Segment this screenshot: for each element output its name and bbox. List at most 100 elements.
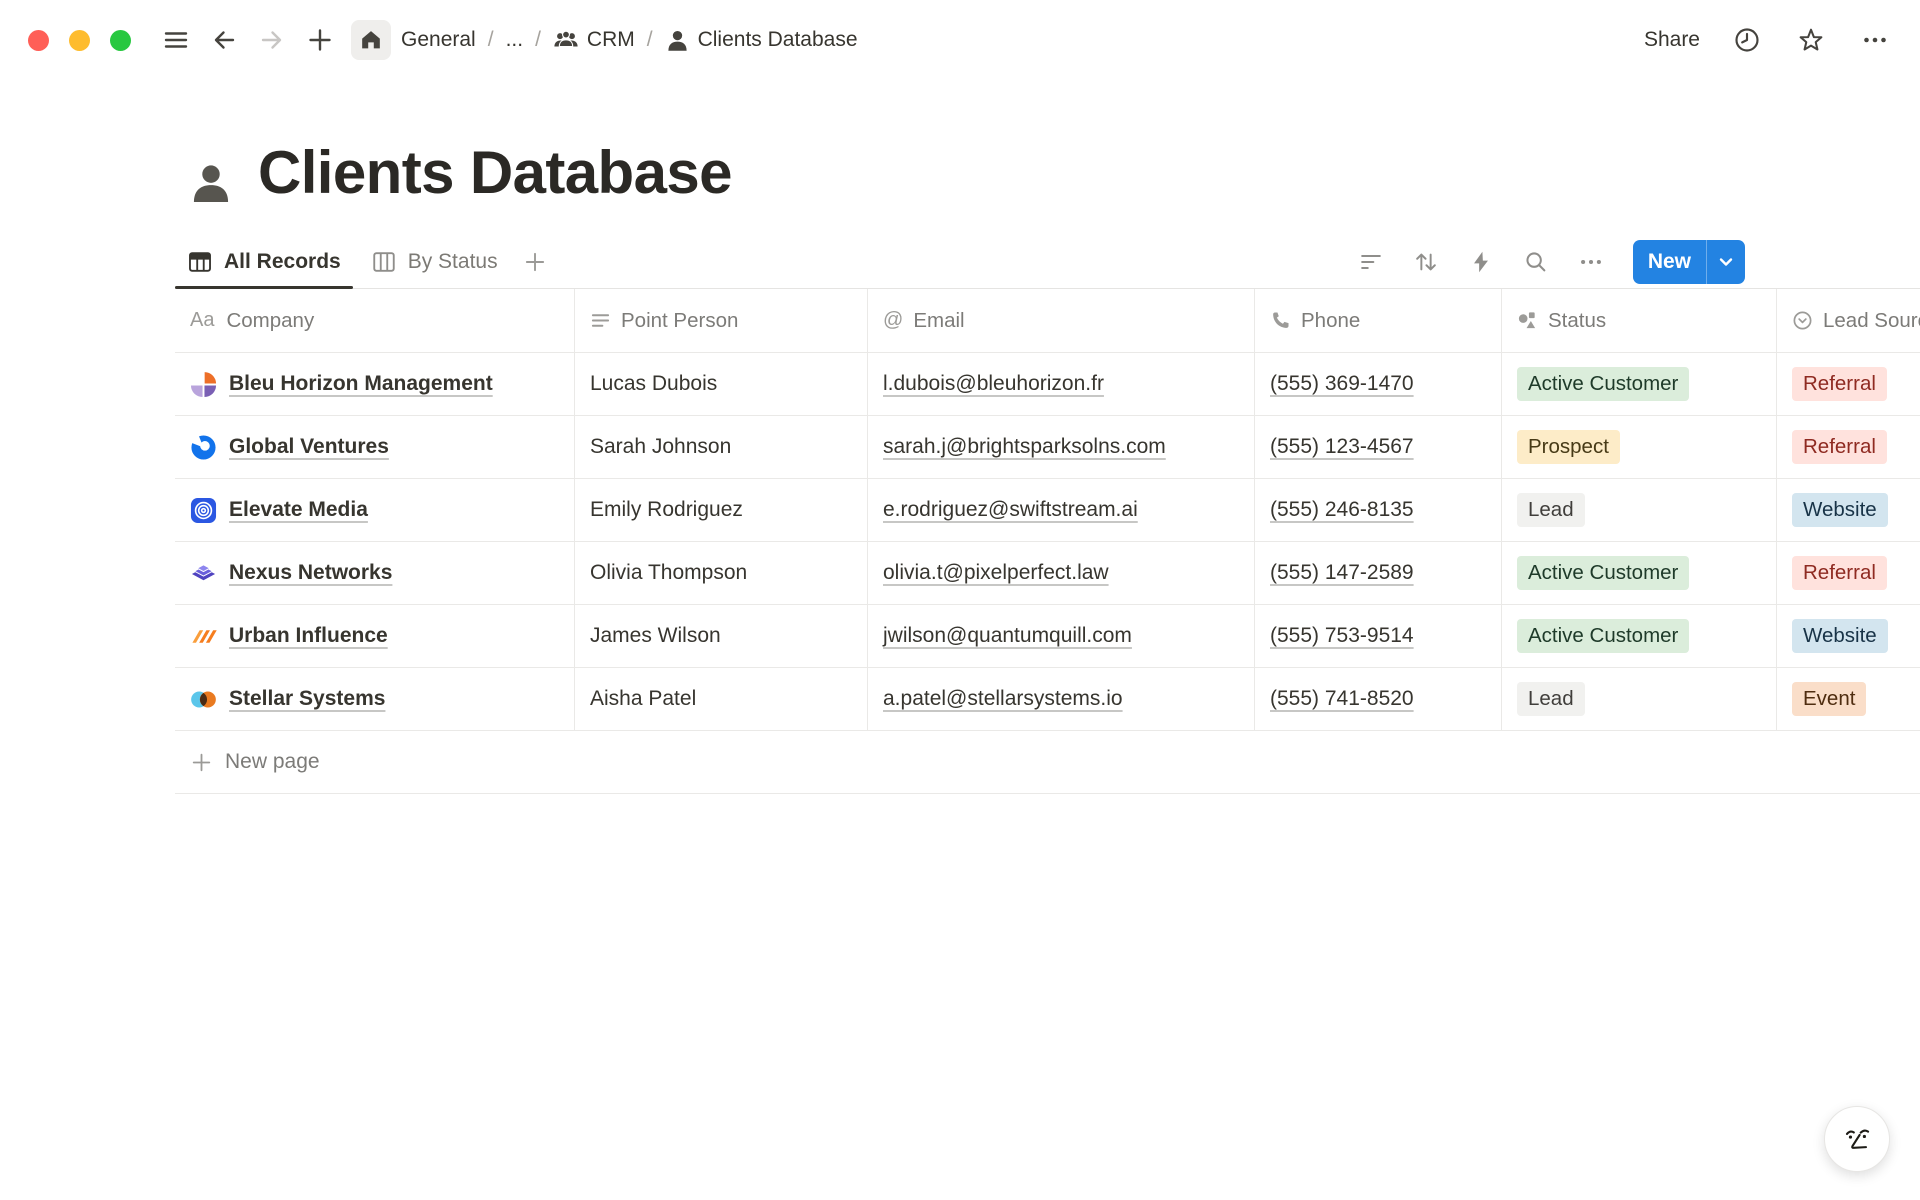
company-cell[interactable]: Urban Influence [175, 605, 575, 667]
share-button[interactable]: Share [1644, 28, 1700, 52]
new-tab-icon[interactable] [303, 23, 337, 57]
table-row[interactable]: Bleu Horizon Management Lucas Dubois l.d… [175, 353, 1920, 416]
lead-source-cell[interactable]: Website [1777, 479, 1920, 541]
minimize-window-button[interactable] [69, 30, 90, 51]
lead-source-cell[interactable]: Referral [1777, 416, 1920, 478]
email-link[interactable]: sarah.j@brightsparksolns.com [883, 435, 1166, 459]
phone-link[interactable]: (555) 123-4567 [1270, 435, 1414, 459]
email-link[interactable]: l.dubois@bleuhorizon.fr [883, 372, 1104, 396]
table-row[interactable]: Stellar Systems Aisha Patel a.patel@stel… [175, 668, 1920, 731]
email-cell[interactable]: e.rodriguez@swiftstream.ai [868, 479, 1255, 541]
company-cell[interactable]: Global Ventures [175, 416, 575, 478]
close-window-button[interactable] [28, 30, 49, 51]
company-cell[interactable]: Bleu Horizon Management [175, 353, 575, 415]
phone-cell[interactable]: (555) 147-2589 [1255, 542, 1502, 604]
point-person-cell[interactable]: Lucas Dubois [575, 353, 868, 415]
page-title[interactable]: Clients Database [258, 140, 732, 206]
email-cell[interactable]: olivia.t@pixelperfect.law [868, 542, 1255, 604]
new-page-row[interactable]: New page [175, 731, 1920, 794]
company-cell[interactable]: Elevate Media [175, 479, 575, 541]
column-header-company[interactable]: Aa Company [175, 289, 575, 352]
sort-icon[interactable] [1413, 249, 1439, 275]
breadcrumb-ellipsis[interactable]: ... [506, 28, 524, 52]
point-person-cell[interactable]: Aisha Patel [575, 668, 868, 730]
column-header-lead-source[interactable]: Lead Source [1777, 289, 1920, 352]
point-person-cell[interactable]: Emily Rodriguez [575, 479, 868, 541]
tab-all-records[interactable]: All Records [175, 236, 353, 288]
favorite-star-icon[interactable] [1794, 23, 1828, 57]
phone-cell[interactable]: (555) 741-8520 [1255, 668, 1502, 730]
updates-clock-icon[interactable] [1730, 23, 1764, 57]
phone-cell[interactable]: (555) 246-8135 [1255, 479, 1502, 541]
new-record-button[interactable]: New [1633, 240, 1745, 284]
company-name[interactable]: Elevate Media [229, 498, 368, 522]
email-link[interactable]: jwilson@quantumquill.com [883, 624, 1132, 648]
company-name[interactable]: Stellar Systems [229, 687, 385, 711]
phone-link[interactable]: (555) 741-8520 [1270, 687, 1414, 711]
point-person-cell[interactable]: James Wilson [575, 605, 868, 667]
point-person-cell[interactable]: Olivia Thompson [575, 542, 868, 604]
chevron-down-icon[interactable] [1707, 252, 1745, 272]
phone-link[interactable]: (555) 753-9514 [1270, 624, 1414, 648]
company-name[interactable]: Bleu Horizon Management [229, 372, 493, 396]
point-person: Sarah Johnson [590, 435, 731, 459]
back-icon[interactable] [207, 23, 241, 57]
phone-link[interactable]: (555) 246-8135 [1270, 498, 1414, 522]
column-header-phone[interactable]: Phone [1255, 289, 1502, 352]
column-header-status[interactable]: Status [1502, 289, 1777, 352]
email-cell[interactable]: jwilson@quantumquill.com [868, 605, 1255, 667]
column-header-email[interactable]: @ Email [868, 289, 1255, 352]
table-row[interactable]: Urban Influence James Wilson jwilson@qua… [175, 605, 1920, 668]
email-cell[interactable]: l.dubois@bleuhorizon.fr [868, 353, 1255, 415]
view-more-icon[interactable] [1578, 249, 1604, 275]
company-cell[interactable]: Nexus Networks [175, 542, 575, 604]
phone-link[interactable]: (555) 369-1470 [1270, 372, 1414, 396]
breadcrumb-crm[interactable]: CRM [553, 27, 635, 53]
email-cell[interactable]: sarah.j@brightsparksolns.com [868, 416, 1255, 478]
lead-source-cell[interactable]: Referral [1777, 353, 1920, 415]
lead-source-cell[interactable]: Website [1777, 605, 1920, 667]
lead-source-cell[interactable]: Event [1777, 668, 1920, 730]
column-header-point-person[interactable]: Point Person [575, 289, 868, 352]
tab-by-status[interactable]: By Status [359, 236, 510, 288]
breadcrumb-page[interactable]: Clients Database [665, 28, 858, 53]
sidebar-menu-icon[interactable] [159, 23, 193, 57]
breadcrumb-workspace[interactable]: General [401, 28, 476, 52]
table-row[interactable]: Elevate Media Emily Rodriguez e.rodrigue… [175, 479, 1920, 542]
blue-ring-logo-icon [190, 434, 217, 461]
page-person-icon[interactable] [188, 160, 234, 206]
company-name[interactable]: Global Ventures [229, 435, 389, 459]
table-row[interactable]: Global Ventures Sarah Johnson sarah.j@br… [175, 416, 1920, 479]
phone-link[interactable]: (555) 147-2589 [1270, 561, 1414, 585]
email-link[interactable]: olivia.t@pixelperfect.law [883, 561, 1109, 585]
more-options-icon[interactable] [1858, 23, 1892, 57]
status-cell[interactable]: Active Customer [1502, 542, 1777, 604]
zoom-window-button[interactable] [110, 30, 131, 51]
status-cell[interactable]: Prospect [1502, 416, 1777, 478]
phone-cell[interactable]: (555) 753-9514 [1255, 605, 1502, 667]
table-header-row: Aa Company Point Person @ Email Phone St… [175, 289, 1920, 353]
status-badge: Prospect [1517, 430, 1620, 464]
company-cell[interactable]: Stellar Systems [175, 668, 575, 730]
status-cell[interactable]: Lead [1502, 668, 1777, 730]
phone-cell[interactable]: (555) 123-4567 [1255, 416, 1502, 478]
filter-icon[interactable] [1358, 249, 1384, 275]
search-icon[interactable] [1523, 249, 1549, 275]
home-icon[interactable] [351, 20, 391, 60]
email-cell[interactable]: a.patel@stellarsystems.io [868, 668, 1255, 730]
point-person-cell[interactable]: Sarah Johnson [575, 416, 868, 478]
email-link[interactable]: a.patel@stellarsystems.io [883, 687, 1123, 711]
status-cell[interactable]: Active Customer [1502, 605, 1777, 667]
status-cell[interactable]: Lead [1502, 479, 1777, 541]
lightning-icon[interactable] [1468, 249, 1494, 275]
notion-ai-button[interactable] [1824, 1106, 1890, 1172]
email-link[interactable]: e.rodriguez@swiftstream.ai [883, 498, 1138, 522]
forward-icon[interactable] [255, 23, 289, 57]
phone-cell[interactable]: (555) 369-1470 [1255, 353, 1502, 415]
company-name[interactable]: Nexus Networks [229, 561, 392, 585]
company-name[interactable]: Urban Influence [229, 624, 388, 648]
add-view-icon[interactable] [518, 245, 552, 279]
lead-source-cell[interactable]: Referral [1777, 542, 1920, 604]
status-cell[interactable]: Active Customer [1502, 353, 1777, 415]
table-row[interactable]: Nexus Networks Olivia Thompson olivia.t@… [175, 542, 1920, 605]
